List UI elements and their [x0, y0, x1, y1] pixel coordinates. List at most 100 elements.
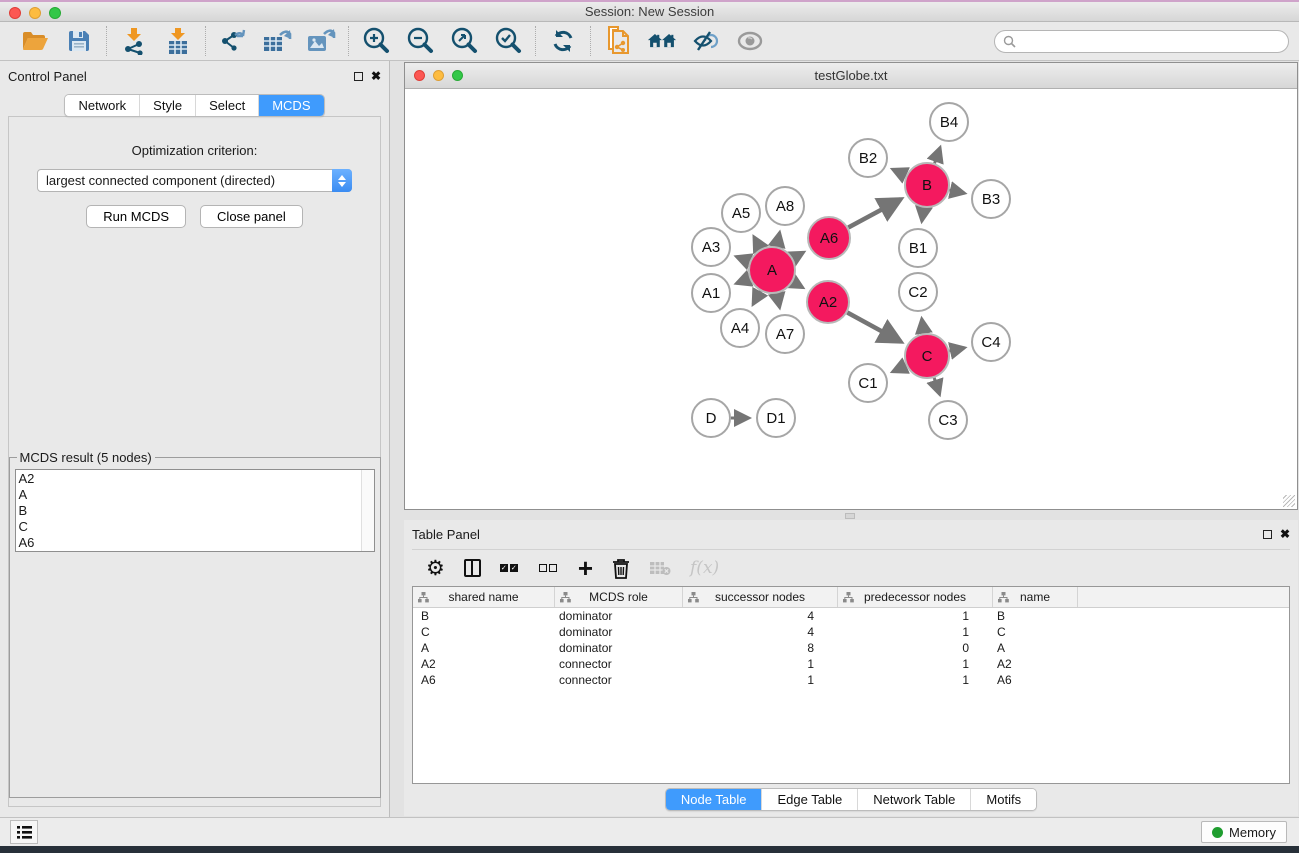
float-panel-icon[interactable]	[354, 72, 363, 81]
close-window-button[interactable]	[9, 7, 21, 19]
edge-B-B4[interactable]	[935, 147, 941, 163]
edge-B-B2[interactable]	[893, 169, 907, 175]
edge-C-C2[interactable]	[922, 319, 924, 333]
home-icon[interactable]	[647, 26, 677, 56]
node-A5[interactable]: A5	[722, 194, 760, 232]
node-C2[interactable]: C2	[899, 273, 937, 311]
tab-select[interactable]: Select	[195, 95, 258, 116]
edge-A-A2[interactable]	[793, 282, 803, 288]
table-row[interactable]: A2connector11A2	[413, 656, 1289, 672]
zoom-selected-icon[interactable]	[493, 26, 523, 56]
node-B2[interactable]: B2	[849, 139, 887, 177]
node-C[interactable]: C	[905, 334, 949, 378]
column-header-shared-name[interactable]: shared name	[413, 587, 555, 607]
node-D[interactable]: D	[692, 399, 730, 437]
node-C3[interactable]: C3	[929, 401, 967, 439]
edge-C-C4[interactable]	[949, 348, 964, 351]
column-header-name[interactable]: name	[993, 587, 1078, 607]
table-row[interactable]: Cdominator41C	[413, 624, 1289, 640]
new-network-icon[interactable]	[603, 26, 633, 56]
edge-C-C1[interactable]	[893, 366, 907, 372]
node-A8[interactable]: A8	[766, 187, 804, 225]
node-A7[interactable]: A7	[766, 315, 804, 353]
result-item[interactable]: A6	[19, 535, 374, 551]
run-mcds-button[interactable]: Run MCDS	[86, 205, 186, 228]
result-item[interactable]: B	[19, 503, 374, 519]
result-list-scrollbar[interactable]	[361, 470, 374, 551]
minimize-window-button[interactable]	[29, 7, 41, 19]
network-close-button[interactable]	[414, 70, 425, 81]
edge-A-A5[interactable]	[754, 237, 761, 249]
edge-B-B3[interactable]	[949, 190, 964, 193]
column-header-MCDS-role[interactable]: MCDS role	[555, 587, 683, 607]
edge-A6-B[interactable]	[848, 199, 900, 227]
save-session-icon[interactable]	[64, 26, 94, 56]
edge-A-A1[interactable]	[736, 278, 749, 283]
maximize-window-button[interactable]	[49, 7, 61, 19]
node-table[interactable]: shared nameMCDS rolesuccessor nodesprede…	[412, 586, 1290, 784]
network-minimize-button[interactable]	[433, 70, 444, 81]
add-column-icon[interactable]: +	[578, 558, 593, 579]
column-header-predecessor-nodes[interactable]: predecessor nodes	[838, 587, 993, 607]
edge-A2-C[interactable]	[847, 313, 900, 342]
node-A[interactable]: A	[749, 247, 795, 293]
edge-A-A3[interactable]	[736, 257, 749, 262]
node-A6[interactable]: A6	[808, 217, 850, 259]
select-all-icon[interactable]	[500, 564, 520, 572]
search-input[interactable]	[1020, 35, 1288, 49]
node-D1[interactable]: D1	[757, 399, 795, 437]
node-C1[interactable]: C1	[849, 364, 887, 402]
split-column-icon[interactable]	[464, 559, 481, 577]
export-table-icon[interactable]	[262, 26, 292, 56]
table-settings-icon[interactable]: ⚙	[426, 558, 445, 579]
delete-table-icon[interactable]	[649, 561, 671, 576]
edge-C-C3[interactable]	[934, 378, 939, 394]
edge-A-A4[interactable]	[753, 291, 760, 304]
open-session-icon[interactable]	[20, 26, 50, 56]
zoom-in-icon[interactable]	[361, 26, 391, 56]
result-item[interactable]: C	[19, 519, 374, 535]
tab-style[interactable]: Style	[139, 95, 195, 116]
mcds-result-list[interactable]: A2ABCA6	[15, 469, 375, 552]
export-network-icon[interactable]	[218, 26, 248, 56]
export-image-icon[interactable]	[306, 26, 336, 56]
node-B3[interactable]: B3	[972, 180, 1010, 218]
edge-A-A6[interactable]	[793, 252, 804, 258]
delete-column-icon[interactable]	[612, 558, 630, 579]
node-B[interactable]: B	[905, 163, 949, 207]
node-A4[interactable]: A4	[721, 309, 759, 347]
node-C4[interactable]: C4	[972, 323, 1010, 361]
node-A3[interactable]: A3	[692, 228, 730, 266]
result-item[interactable]: A	[19, 487, 374, 503]
column-header-successor-nodes[interactable]: successor nodes	[683, 587, 838, 607]
show-graphics-details-icon[interactable]	[735, 26, 765, 56]
hide-graphics-details-icon[interactable]	[691, 26, 721, 56]
node-B1[interactable]: B1	[899, 229, 937, 267]
resize-grip-icon[interactable]	[1283, 495, 1295, 507]
result-item[interactable]: A2	[19, 471, 374, 487]
divider-handle[interactable]	[845, 513, 855, 519]
memory-button[interactable]: Memory	[1201, 821, 1287, 843]
node-A2[interactable]: A2	[807, 281, 849, 323]
close-panel-icon[interactable]: ✖	[371, 70, 381, 82]
table-close-icon[interactable]: ✖	[1280, 528, 1290, 540]
table-row[interactable]: A6connector11A6	[413, 672, 1289, 688]
node-B4[interactable]: B4	[930, 103, 968, 141]
network-canvas[interactable]: B4 B2 B B3 B1 C2 A5A8A6 A3 A A1 A2 A4A7 C4 C C1 C3 D D1	[405, 89, 1297, 509]
tab-mcds[interactable]: MCDS	[258, 95, 323, 116]
search-box[interactable]	[994, 30, 1289, 53]
node-A1[interactable]: A1	[692, 274, 730, 312]
close-panel-button[interactable]: Close panel	[200, 205, 303, 228]
deselect-all-icon[interactable]	[539, 564, 559, 572]
table-tab-network-table[interactable]: Network Table	[857, 789, 970, 810]
zoom-out-icon[interactable]	[405, 26, 435, 56]
optimization-criterion-select[interactable]: largest connected component (directed)	[37, 169, 352, 192]
zoom-fit-icon[interactable]	[449, 26, 479, 56]
table-tab-node-table[interactable]: Node Table	[666, 789, 762, 810]
table-tab-edge-table[interactable]: Edge Table	[761, 789, 857, 810]
table-row[interactable]: Adominator80A	[413, 640, 1289, 656]
edge-A-A8[interactable]	[777, 232, 780, 246]
import-table-icon[interactable]	[163, 26, 193, 56]
table-row[interactable]: Bdominator41B	[413, 608, 1289, 624]
table-tab-motifs[interactable]: Motifs	[970, 789, 1036, 810]
